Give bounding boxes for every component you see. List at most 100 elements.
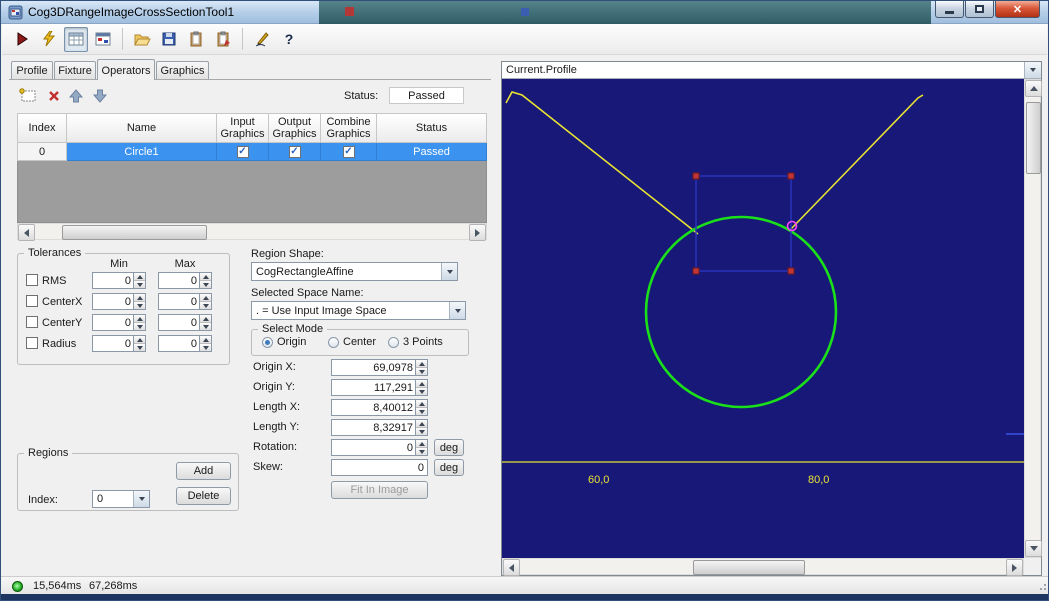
add-operator-button[interactable] bbox=[17, 86, 39, 105]
tab-fixture[interactable]: Fixture bbox=[54, 61, 96, 79]
copy-results-button[interactable] bbox=[184, 27, 208, 52]
region-handle[interactable] bbox=[788, 173, 794, 179]
skew-field[interactable]: 0 bbox=[331, 459, 428, 476]
column-header-status[interactable]: Status bbox=[377, 113, 487, 143]
show-result-grid-button[interactable] bbox=[91, 27, 115, 52]
spin-up-button[interactable] bbox=[200, 273, 211, 281]
centery-min-spinner[interactable]: 0 bbox=[92, 314, 146, 331]
open-button[interactable] bbox=[130, 27, 154, 52]
dropdown-arrow-icon[interactable] bbox=[133, 491, 149, 507]
spin-down-button[interactable] bbox=[200, 281, 211, 288]
add-region-button[interactable]: Add bbox=[176, 462, 231, 480]
tab-profile[interactable]: Profile bbox=[11, 61, 53, 79]
column-header-combine-graphics[interactable]: Combine Graphics bbox=[321, 113, 377, 143]
centerx-checkbox[interactable] bbox=[26, 295, 38, 307]
scroll-right-button[interactable] bbox=[1006, 559, 1023, 576]
spin-down-button[interactable] bbox=[416, 428, 427, 435]
fit-in-image-button[interactable]: Fit In Image bbox=[331, 481, 428, 499]
length-x-field[interactable]: 8,40012 bbox=[331, 399, 428, 416]
dropdown-arrow-icon[interactable] bbox=[449, 302, 465, 319]
column-header-name[interactable]: Name bbox=[67, 113, 217, 143]
spin-down-button[interactable] bbox=[416, 408, 427, 415]
dropdown-arrow-icon[interactable] bbox=[441, 263, 457, 280]
mode-center-radio[interactable]: Center bbox=[328, 336, 376, 348]
origin-y-field[interactable]: 117,291 bbox=[331, 379, 428, 396]
spin-down-button[interactable] bbox=[134, 281, 145, 288]
spin-up-button[interactable] bbox=[200, 294, 211, 302]
move-down-button[interactable] bbox=[89, 86, 111, 105]
spin-up-button[interactable] bbox=[416, 360, 427, 368]
signature-button[interactable] bbox=[250, 27, 274, 52]
spin-down-button[interactable] bbox=[200, 344, 211, 351]
scroll-right-button[interactable] bbox=[469, 224, 486, 241]
centery-max-spinner[interactable]: 0 bbox=[158, 314, 212, 331]
column-header-index[interactable]: Index bbox=[17, 113, 67, 143]
spin-up-button[interactable] bbox=[200, 315, 211, 323]
skew-deg-button[interactable]: deg bbox=[434, 459, 464, 476]
region-handle[interactable] bbox=[693, 268, 699, 274]
profile-image-canvas[interactable]: 60,0 80,0 bbox=[502, 79, 1024, 558]
row-index-cell[interactable]: 0 bbox=[17, 143, 67, 161]
spin-down-button[interactable] bbox=[416, 448, 427, 455]
column-header-input-graphics[interactable]: Input Graphics bbox=[217, 113, 269, 143]
row-status-cell[interactable]: Passed bbox=[377, 143, 487, 161]
region-handle[interactable] bbox=[788, 268, 794, 274]
spin-up-button[interactable] bbox=[134, 294, 145, 302]
help-button[interactable]: ? bbox=[277, 27, 301, 52]
centery-checkbox[interactable] bbox=[26, 316, 38, 328]
mode-origin-radio[interactable]: Origin bbox=[262, 336, 306, 348]
spin-up-button[interactable] bbox=[416, 440, 427, 448]
rms-min-spinner[interactable]: 0 bbox=[92, 272, 146, 289]
length-y-field[interactable]: 8,32917 bbox=[331, 419, 428, 436]
table-horizontal-scrollbar[interactable] bbox=[17, 223, 487, 240]
radius-max-spinner[interactable]: 0 bbox=[158, 335, 212, 352]
minimize-button[interactable] bbox=[935, 1, 964, 18]
spin-up-button[interactable] bbox=[134, 336, 145, 344]
save-button[interactable] bbox=[157, 27, 181, 52]
scroll-down-button[interactable] bbox=[1025, 540, 1042, 557]
paste-button[interactable] bbox=[211, 27, 235, 52]
combine-graphics-checkbox[interactable]: ✓ bbox=[343, 146, 355, 158]
spin-up-button[interactable] bbox=[134, 315, 145, 323]
spin-down-button[interactable] bbox=[200, 302, 211, 309]
spin-down-button[interactable] bbox=[134, 302, 145, 309]
input-graphics-checkbox[interactable]: ✓ bbox=[237, 146, 249, 158]
centerx-min-spinner[interactable]: 0 bbox=[92, 293, 146, 310]
close-button[interactable]: ✕ bbox=[995, 1, 1040, 18]
region-index-dropdown[interactable]: 0 bbox=[92, 490, 150, 508]
spin-up-button[interactable] bbox=[416, 420, 427, 428]
spin-down-button[interactable] bbox=[416, 388, 427, 395]
spin-up-button[interactable] bbox=[416, 400, 427, 408]
scroll-up-button[interactable] bbox=[1025, 80, 1042, 97]
region-shape-dropdown[interactable]: CogRectangleAffine bbox=[251, 262, 458, 281]
spin-up-button[interactable] bbox=[200, 336, 211, 344]
scrollbar-thumb[interactable] bbox=[1026, 102, 1041, 174]
spin-down-button[interactable] bbox=[134, 344, 145, 351]
mode-3points-radio[interactable]: 3 Points bbox=[388, 336, 443, 348]
image-selector-dropdown[interactable]: Current.Profile bbox=[502, 62, 1041, 79]
selected-space-dropdown[interactable]: . = Use Input Image Space bbox=[251, 301, 466, 320]
output-graphics-checkbox[interactable]: ✓ bbox=[289, 146, 301, 158]
spin-down-button[interactable] bbox=[416, 368, 427, 375]
rotation-field[interactable]: 0 bbox=[331, 439, 428, 456]
delete-operator-button[interactable] bbox=[43, 86, 65, 105]
tab-operators[interactable]: Operators bbox=[97, 59, 155, 80]
show-control-grid-button[interactable] bbox=[64, 27, 88, 52]
spin-down-button[interactable] bbox=[134, 323, 145, 330]
image-horizontal-scrollbar[interactable] bbox=[502, 558, 1024, 575]
scrollbar-thumb[interactable] bbox=[62, 225, 207, 240]
region-handle[interactable] bbox=[693, 173, 699, 179]
scroll-left-button[interactable] bbox=[503, 559, 520, 576]
delete-region-button[interactable]: Delete bbox=[176, 487, 231, 505]
rotation-deg-button[interactable]: deg bbox=[434, 439, 464, 456]
dropdown-arrow-icon[interactable] bbox=[1024, 62, 1041, 78]
rms-checkbox[interactable] bbox=[26, 274, 38, 286]
row-name-cell[interactable]: Circle1 bbox=[67, 143, 217, 161]
centerx-max-spinner[interactable]: 0 bbox=[158, 293, 212, 310]
scrollbar-thumb[interactable] bbox=[693, 560, 805, 575]
run-button[interactable] bbox=[10, 27, 34, 52]
maximize-button[interactable] bbox=[965, 1, 994, 18]
spin-up-button[interactable] bbox=[416, 380, 427, 388]
move-up-button[interactable] bbox=[65, 86, 87, 105]
spin-up-button[interactable] bbox=[134, 273, 145, 281]
